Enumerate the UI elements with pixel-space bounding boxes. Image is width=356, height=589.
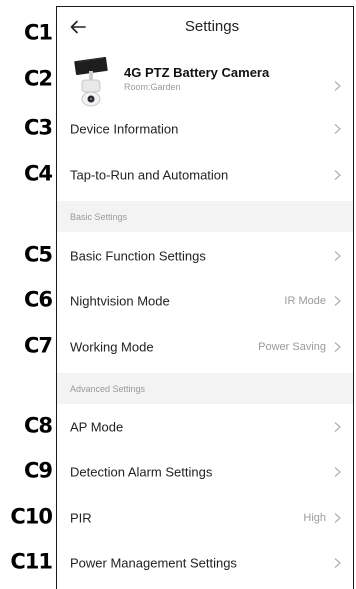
callout-c11: C11 [10,549,53,574]
row-label: AP Mode [70,419,124,435]
row-label: Device Information [70,121,179,137]
section-basic-settings: Basic Settings [57,201,353,232]
chevron-right-icon [334,124,341,134]
device-name: 4G PTZ Battery Camera [124,65,270,80]
row-detection-alarm-settings[interactable]: Detection Alarm Settings [57,449,353,495]
chevron-right-icon [334,513,341,523]
callout-c7: C7 [23,333,53,358]
chevron-right-icon [334,422,341,432]
row-label: PIR [70,510,92,526]
callout-c9: C9 [23,458,53,483]
header-bar: Settings [57,7,353,45]
row-device-information[interactable]: Device Information [57,106,353,152]
row-nightvision-mode[interactable]: Nightvision Mode IR Mode [57,278,353,324]
row-working-mode[interactable]: Working Mode Power Saving [57,324,353,370]
chevron-right-icon [334,558,341,568]
chevron-right-icon [334,467,341,477]
chevron-right-icon [334,342,341,352]
chevron-right-icon [334,296,341,306]
callout-c1: C1 [23,20,53,45]
row-label: Tap-to-Run and Automation [70,167,229,183]
settings-screen: Settings 4G PTZ Battery Camera Room:Gard… [56,6,354,589]
row-label: Basic Function Settings [70,248,206,264]
row-value: IR Mode [284,295,326,307]
callout-c8: C8 [23,413,53,438]
callout-c3: C3 [23,115,53,140]
camera-thumbnail-icon [74,57,108,107]
chevron-right-icon [334,170,341,180]
page-title: Settings [184,18,240,35]
callout-column: C1 C2 C3 C4 C5 C6 C7 C8 C9 C10 C11 [0,0,56,589]
row-label: Power Management Settings [70,555,237,571]
row-tap-to-run[interactable]: Tap-to-Run and Automation [57,152,353,198]
row-ap-mode[interactable]: AP Mode [57,404,353,450]
callout-c4: C4 [23,161,53,186]
row-label: Working Mode [70,339,154,355]
row-basic-function-settings[interactable]: Basic Function Settings [57,233,353,279]
device-room: Room:Garden [124,82,181,92]
row-pir[interactable]: PIR High [57,495,353,541]
chevron-right-icon [334,251,341,261]
callout-c5: C5 [23,242,53,267]
callout-c6: C6 [23,287,53,312]
row-value: Power Saving [258,341,326,353]
callout-c10: C10 [10,504,53,529]
row-label: Detection Alarm Settings [70,464,213,480]
section-advanced-settings: Advanced Settings [57,373,353,404]
callout-c2: C2 [23,66,53,91]
section-label: Basic Settings [70,211,128,222]
section-label: Advanced Settings [70,383,146,394]
row-value: High [303,512,326,524]
row-power-management-settings[interactable]: Power Management Settings [57,540,353,586]
row-label: Nightvision Mode [70,293,170,309]
chevron-right-icon [334,81,341,91]
